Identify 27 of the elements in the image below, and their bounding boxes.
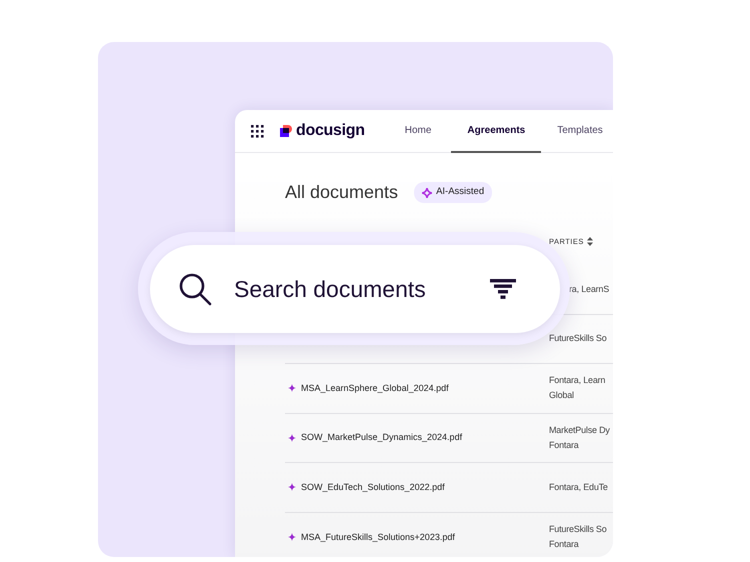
- file-name[interactable]: SOW_EduTech_Solutions_2022.pdf: [301, 480, 445, 494]
- parties-cell-text: FutureSkills So: [549, 332, 607, 346]
- sparkle-icon: [288, 434, 296, 442]
- nav-tab[interactable]: Home: [404, 110, 432, 152]
- sort-icon[interactable]: [586, 237, 593, 246]
- nav-tab[interactable]: Templates: [557, 110, 603, 152]
- app-grid-icon[interactable]: [251, 124, 264, 138]
- page-title: All documents: [285, 181, 398, 204]
- parties-cell-text: Fontara, EduTe: [549, 480, 608, 494]
- parties-cell-text: ra, LearnS: [568, 282, 610, 296]
- filter-icon: [490, 279, 516, 299]
- logo-text: docusign: [296, 121, 365, 141]
- file-name[interactable]: MSA_LearnSphere_Global_2024.pdf: [301, 382, 449, 395]
- parties-cell-text: MarketPulse Dy Fontara: [549, 424, 610, 452]
- filter-button[interactable]: [490, 279, 516, 299]
- ai-assisted-badge: AI-Assisted: [414, 182, 492, 203]
- parties-cell-text: FutureSkills So Fontara: [549, 523, 607, 552]
- sparkle-icon: [288, 533, 296, 542]
- sparkle-icon: [288, 384, 296, 392]
- search-field[interactable]: Search documents: [232, 270, 470, 308]
- sparkle-icon: [422, 188, 432, 198]
- sparkle-icon: [288, 483, 296, 492]
- logo-icon: [280, 125, 292, 137]
- search-icon: [178, 272, 212, 306]
- file-name[interactable]: SOW_MarketPulse_Dynamics_2024.pdf: [301, 431, 462, 444]
- parties-cell-text: Fontara, Learn Global: [549, 374, 606, 402]
- file-name[interactable]: MSA_FutureSkills_Solutions+2023.pdf: [301, 530, 455, 544]
